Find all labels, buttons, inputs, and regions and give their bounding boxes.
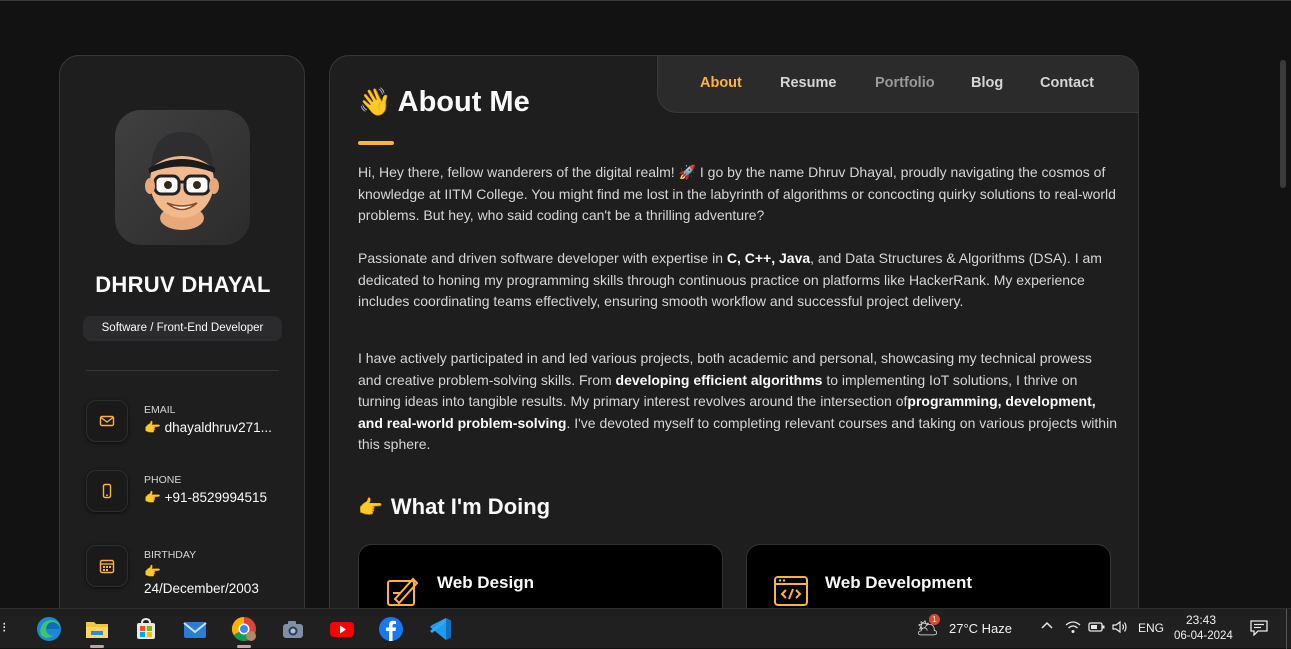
title-underline [358,141,394,145]
p2-bold-languages: C, C++, Java [726,250,811,266]
memoji-avatar-icon [145,132,219,230]
edge-icon[interactable] [34,614,64,644]
navbar: About Resume Portfolio Blog Contact [657,56,1138,113]
contact-email-title: Email [144,404,176,416]
p2-text-a: Passionate and driven software developer… [358,250,727,266]
contact-birthday-title: Birthday [144,549,197,561]
windows-taskbar: ⁝ 🌥 1 27°C Haze ENG 23:43 06-04-2024 [0,608,1291,649]
main-content: About Resume Portfolio Blog Contact 👋 Abo… [329,55,1139,635]
nav-about[interactable]: About [700,75,742,91]
language-indicator[interactable]: ENG [1138,621,1164,635]
card-title-web-development: Web Development [825,573,973,592]
pointer-emoji: 👉 [144,420,161,435]
contact-phone: Phone 👉 +91-8529994515 [86,470,286,516]
wifi-icon[interactable] [1065,620,1081,637]
p3-bold-algorithms: developing efficient algorithms [615,371,823,388]
clock-time[interactable]: 23:43 [1186,613,1216,627]
profile-sidebar: DHRUV DHAYAL Software / Front-End Develo… [59,55,305,635]
mail-app-icon[interactable] [180,614,210,644]
nav-contact[interactable]: Contact [1040,75,1094,91]
about-paragraph-3: I have actively participated in and led … [358,348,1118,456]
waving-hand-emoji: 👋 [358,87,392,117]
contact-birthday-value: 👉 24/December/2003 [144,563,274,597]
camera-icon[interactable] [278,614,308,644]
notification-icon[interactable] [1250,620,1268,639]
nav-blog[interactable]: Blog [971,75,1003,91]
store-icon[interactable] [131,614,161,644]
mail-icon [86,400,128,442]
about-paragraph-2: Passionate and driven software developer… [358,248,1118,313]
chevron-up-icon[interactable] [1040,619,1054,636]
nav-portfolio[interactable]: Portfolio [875,75,935,91]
avatar [115,110,250,245]
clock-date[interactable]: 06-04-2024 [1174,630,1233,642]
pointer-emoji: 👉 [144,490,161,505]
about-paragraph-1: Hi, Hey there, fellow wanderers of the d… [358,164,1116,224]
show-desktop-button[interactable] [1286,609,1287,649]
scrollbar-thumb[interactable] [1280,60,1286,188]
file-explorer-icon[interactable] [82,614,112,644]
contact-phone-value[interactable]: 👉 +91-8529994515 [144,490,274,506]
pointer-emoji: 👉 [144,564,161,579]
contact-birthday: Birthday 👉 24/December/2003 [86,545,286,596]
section-title-doing: 👉 What I'm Doing [358,494,550,520]
nav-resume[interactable]: Resume [780,75,836,91]
profile-role-badge: Software / Front-End Developer [83,316,282,341]
pointing-hand-emoji: 👉 [358,497,383,519]
page-title-text: About Me [397,86,530,118]
calendar-icon [86,545,128,587]
weather-badge: 1 [929,614,940,625]
email-link[interactable]: dhayaldhruv271... [165,420,272,435]
vscode-icon[interactable] [425,614,455,644]
phone-link[interactable]: +91-8529994515 [165,490,267,505]
page-scrollbar[interactable] [1275,50,1291,608]
volume-icon[interactable] [1111,620,1129,637]
section-title-doing-text: What I'm Doing [390,494,551,519]
contact-email-value[interactable]: 👉 dhayaldhruv271... [144,420,274,436]
sidebar-separator [86,370,279,371]
weather-text[interactable]: 27°C Haze [949,621,1012,636]
taskbar-overflow-icon[interactable]: ⁝ [2,619,6,636]
youtube-icon[interactable] [327,614,357,644]
facebook-icon[interactable] [376,614,406,644]
contact-email: Email 👉 dhayaldhruv271... [86,400,286,446]
window-top-border [0,0,1291,1]
battery-icon[interactable] [1088,620,1106,637]
card-title-web-design: Web Design [437,573,534,592]
birthday-text: 24/December/2003 [144,581,259,596]
page-title: 👋 About Me [358,86,530,119]
contact-phone-title: Phone [144,474,182,486]
profile-name: DHRUV DHAYAL [95,272,271,297]
phone-icon [86,470,128,512]
chrome-icon[interactable] [229,614,259,644]
